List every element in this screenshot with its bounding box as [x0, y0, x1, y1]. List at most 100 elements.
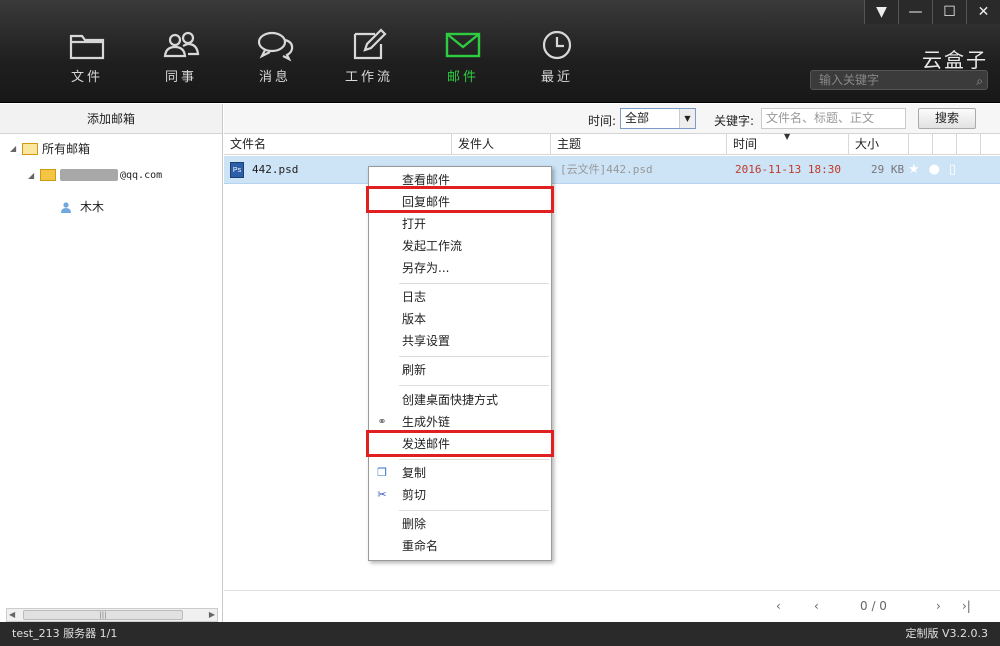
- minimize-button[interactable]: —: [898, 0, 932, 24]
- pagination-bar: ‹ ‹ 0 / 0 › ›|: [224, 590, 1000, 622]
- tree-label: 所有邮箱: [42, 142, 91, 156]
- clock-icon: [542, 30, 572, 60]
- menu-item-cut[interactable]: ✂ 剪切: [369, 484, 551, 506]
- maximize-button[interactable]: ☐: [932, 0, 966, 24]
- table-row[interactable]: Ps 442.psd [云文件]442.psd 2016-11-13 18:30…: [224, 156, 1000, 184]
- column-header-extra[interactable]: [957, 134, 981, 155]
- nav-mail[interactable]: 邮件: [416, 0, 510, 103]
- lock-icon[interactable]: ▯: [949, 162, 956, 177]
- redacted-address: [60, 169, 118, 181]
- add-mailbox-button[interactable]: 添加邮箱: [0, 104, 222, 134]
- table-header: 文件名 发件人 主题 时间 大小 ▼: [224, 132, 1000, 155]
- menu-item-share-settings[interactable]: 共享设置: [369, 330, 551, 352]
- column-header-subject[interactable]: 主题: [551, 134, 727, 155]
- sort-descending-icon: ▼: [784, 132, 791, 141]
- nav-messages[interactable]: 消息: [228, 0, 322, 103]
- nav-files[interactable]: 文件: [40, 0, 134, 103]
- menu-item-label: 复制: [402, 466, 427, 480]
- menu-item-log[interactable]: 日志: [369, 286, 551, 308]
- menu-item-label: 剪切: [402, 488, 427, 502]
- column-header-extra[interactable]: [909, 134, 933, 155]
- column-header-size[interactable]: 大小: [849, 134, 909, 155]
- window-menu-button[interactable]: ▼: [864, 0, 898, 24]
- scroll-thumb[interactable]: |||: [23, 610, 183, 620]
- menu-item-open[interactable]: 打开: [369, 213, 551, 235]
- time-select[interactable]: 全部 ▼: [620, 108, 696, 129]
- tree-item-contact[interactable]: 木木: [60, 198, 104, 215]
- tree-label: @qq.com: [120, 169, 163, 181]
- expand-triangle-icon[interactable]: ◢: [28, 171, 40, 180]
- brand-logo: 云盒子: [922, 48, 988, 72]
- nav-workflow[interactable]: 工作流: [322, 0, 416, 103]
- nav-label: 邮件: [446, 70, 479, 85]
- status-version: 定制版 V3.2.0.3: [905, 627, 988, 640]
- cell-time: 2016-11-13 18:30: [735, 163, 841, 176]
- search-button[interactable]: 搜索: [918, 108, 976, 129]
- time-select-value: 全部: [625, 111, 650, 125]
- tree-item-all-mailboxes[interactable]: ◢ 所有邮箱: [10, 140, 90, 157]
- tree-label: 木木: [80, 200, 105, 214]
- menu-item-start-workflow[interactable]: 发起工作流: [369, 235, 551, 257]
- keyword-label: 关键字:: [714, 114, 755, 128]
- nav-label: 最近: [540, 70, 573, 85]
- time-label: 时间:: [588, 114, 617, 128]
- menu-item-delete[interactable]: 删除: [369, 513, 551, 535]
- menu-separator: [399, 385, 549, 386]
- nav-label: 工作流: [344, 70, 393, 85]
- workflow-edit-icon: [353, 28, 387, 60]
- column-header-sender[interactable]: 发件人: [452, 134, 551, 155]
- cell-size: 29 KB: [871, 163, 905, 176]
- prev-page-icon[interactable]: ‹: [776, 599, 781, 613]
- page-count: 0 / 0: [860, 599, 887, 613]
- menu-separator: [399, 459, 549, 460]
- column-header-extra[interactable]: [933, 134, 957, 155]
- scroll-left-icon[interactable]: ◀: [9, 609, 15, 621]
- bulb-icon[interactable]: ●: [929, 162, 940, 177]
- link-icon: ⚭: [377, 415, 387, 428]
- mail-envelope-icon: [40, 169, 56, 181]
- menu-item-save-as[interactable]: 另存为...: [369, 257, 551, 279]
- scroll-right-icon[interactable]: ▶: [209, 609, 215, 621]
- main-nav: 文件 同事 消息 工作流 邮件 最近: [40, 0, 604, 103]
- next-icon[interactable]: ›: [936, 599, 941, 613]
- nav-colleagues[interactable]: 同事: [134, 0, 228, 103]
- menu-item-version[interactable]: 版本: [369, 308, 551, 330]
- mail-icon: [445, 32, 481, 58]
- highlight-box-reply: [366, 186, 554, 213]
- colleagues-icon: [163, 31, 200, 58]
- cell-filename: 442.psd: [252, 163, 299, 176]
- menu-item-create-shortcut[interactable]: 创建桌面快捷方式: [369, 389, 551, 411]
- copy-icon: ❐: [377, 466, 387, 479]
- keyword-input[interactable]: 文件名、标题、正文: [761, 108, 906, 129]
- scissors-icon: ✂: [377, 488, 387, 501]
- horizontal-scrollbar[interactable]: ◀ ||| ▶: [6, 608, 218, 622]
- top-bar: 文件 同事 消息 工作流 邮件 最近 ▼ — ☐ ✕ 云盒子 输入关键字 ⌕: [0, 0, 1000, 103]
- mailbox-panel: 添加邮箱 ◢ 所有邮箱 ◢ @qq.com 木木 ◀ ||| ▶: [0, 104, 223, 622]
- column-header-filename[interactable]: 文件名: [224, 134, 452, 155]
- expand-triangle-icon[interactable]: ◢: [10, 144, 22, 153]
- menu-item-refresh[interactable]: 刷新: [369, 359, 551, 381]
- nav-label: 同事: [164, 70, 197, 85]
- top-search-input[interactable]: 输入关键字 ⌕: [810, 70, 988, 90]
- menu-item-label: 生成外链: [402, 415, 451, 429]
- nav-label: 消息: [258, 70, 291, 85]
- tree-item-qq-account[interactable]: ◢ @qq.com: [28, 169, 162, 181]
- nav-label: 文件: [70, 70, 103, 85]
- filter-bar: 时间: 全部 ▼ 关键字: 文件名、标题、正文 搜索: [224, 104, 1000, 134]
- status-bar: test_213 服务器 1/1 定制版 V3.2.0.3: [0, 622, 1000, 646]
- close-button[interactable]: ✕: [966, 0, 1000, 24]
- scroll-grip: |||: [99, 611, 107, 619]
- nav-recent[interactable]: 最近: [510, 0, 604, 103]
- row-action-icons: ★ ● ▯: [908, 162, 956, 177]
- menu-item-rename[interactable]: 重命名: [369, 535, 551, 557]
- prev-icon[interactable]: ‹: [814, 599, 819, 613]
- menu-item-copy[interactable]: ❐ 复制: [369, 462, 551, 484]
- psd-file-icon: Ps: [230, 162, 244, 178]
- person-icon: [61, 201, 71, 213]
- top-search-placeholder: 输入关键字: [819, 73, 880, 87]
- dropdown-arrow-icon[interactable]: ▼: [679, 109, 695, 128]
- search-icon[interactable]: ⌕: [976, 72, 983, 90]
- star-icon[interactable]: ★: [908, 162, 920, 177]
- menu-separator: [399, 510, 549, 511]
- last-page-icon[interactable]: ›|: [962, 599, 971, 613]
